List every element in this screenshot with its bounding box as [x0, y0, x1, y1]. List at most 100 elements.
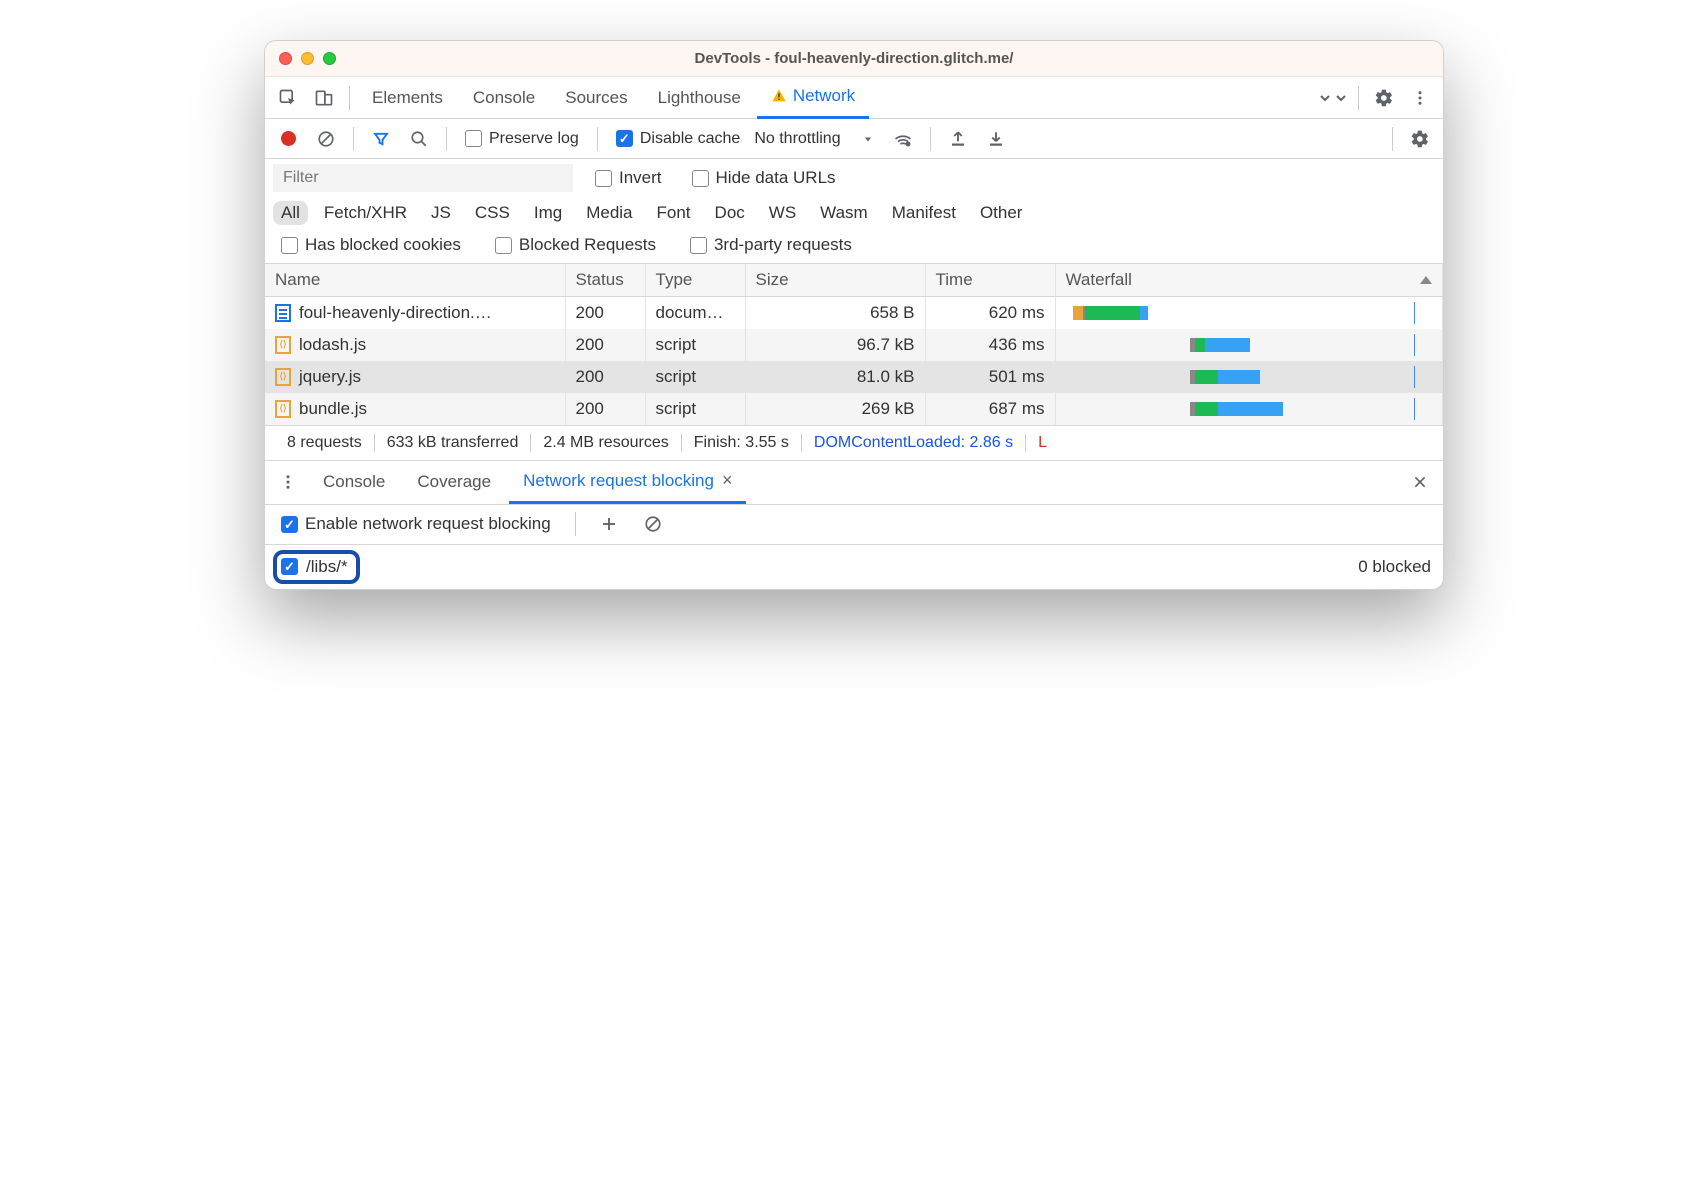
tab-elements[interactable]: Elements	[358, 77, 457, 119]
divider	[1392, 127, 1393, 151]
search-icon[interactable]	[402, 122, 436, 156]
request-name: bundle.js	[299, 399, 367, 419]
waterfall-cell	[1055, 329, 1443, 361]
table-row[interactable]: foul-heavenly-direction.…200docum…658 B6…	[265, 296, 1443, 329]
import-har-icon[interactable]	[941, 122, 975, 156]
clear-button[interactable]	[309, 122, 343, 156]
header-type[interactable]: Type	[645, 264, 745, 296]
script-file-icon	[275, 400, 291, 418]
summary-finish: Finish: 3.55 s	[682, 434, 802, 452]
request-type: script	[645, 393, 745, 425]
type-wasm[interactable]: Wasm	[812, 201, 876, 225]
record-button[interactable]	[271, 122, 305, 156]
chevron-down-icon	[862, 133, 874, 145]
preserve-log-checkbox[interactable]: Preserve log	[465, 130, 579, 148]
close-drawer-icon[interactable]	[1403, 465, 1437, 499]
drawer-kebab-icon[interactable]	[271, 465, 305, 499]
pattern-text[interactable]: /libs/*	[306, 557, 348, 577]
type-img[interactable]: Img	[526, 201, 570, 225]
tab-sources[interactable]: Sources	[551, 77, 641, 119]
tab-lighthouse[interactable]: Lighthouse	[644, 77, 755, 119]
filter-row: Invert Hide data URLs	[265, 159, 1443, 197]
main-tabs-row: Elements Console Sources Lighthouse Netw…	[265, 77, 1443, 119]
invert-checkbox[interactable]: Invert	[595, 168, 662, 188]
header-name[interactable]: Name	[265, 264, 565, 296]
drawer-tabs: Console Coverage Network request blockin…	[265, 461, 1443, 505]
request-time: 620 ms	[925, 296, 1055, 329]
filter-input[interactable]	[273, 164, 573, 192]
type-all[interactable]: All	[273, 201, 308, 225]
tab-console[interactable]: Console	[459, 77, 549, 119]
hide-data-urls-checkbox[interactable]: Hide data URLs	[692, 168, 836, 188]
divider	[597, 127, 598, 151]
export-har-icon[interactable]	[979, 122, 1013, 156]
header-waterfall[interactable]: Waterfall	[1055, 264, 1443, 296]
kebab-menu-icon[interactable]	[1403, 81, 1437, 115]
pattern-checkbox[interactable]	[281, 558, 298, 575]
divider	[575, 512, 576, 536]
request-status: 200	[565, 296, 645, 329]
request-time: 436 ms	[925, 329, 1055, 361]
type-js[interactable]: JS	[423, 201, 459, 225]
request-name: foul-heavenly-direction.…	[299, 303, 492, 323]
table-row[interactable]: jquery.js200script81.0 kB501 ms	[265, 361, 1443, 393]
checkbox-icon	[465, 130, 482, 147]
throttling-dropdown[interactable]: No throttling	[754, 130, 873, 148]
type-font[interactable]: Font	[649, 201, 699, 225]
drawer-tab-network-blocking[interactable]: Network request blocking ×	[509, 460, 746, 504]
summary-resources: 2.4 MB resources	[531, 434, 681, 452]
inspect-element-icon[interactable]	[271, 81, 305, 115]
script-file-icon	[275, 368, 291, 386]
close-tab-icon[interactable]: ×	[722, 470, 733, 491]
disable-cache-checkbox[interactable]: Disable cache	[616, 130, 741, 148]
checkbox-icon	[690, 237, 707, 254]
type-doc[interactable]: Doc	[707, 201, 753, 225]
network-conditions-icon[interactable]	[886, 122, 920, 156]
more-tabs-icon[interactable]	[1316, 81, 1350, 115]
type-fetchxhr[interactable]: Fetch/XHR	[316, 201, 415, 225]
type-other[interactable]: Other	[972, 201, 1031, 225]
device-toolbar-icon[interactable]	[307, 81, 341, 115]
request-type: script	[645, 329, 745, 361]
drawer-tab-coverage[interactable]: Coverage	[403, 460, 505, 504]
warning-icon	[771, 88, 787, 104]
header-time[interactable]: Time	[925, 264, 1055, 296]
type-ws[interactable]: WS	[761, 201, 804, 225]
header-status[interactable]: Status	[565, 264, 645, 296]
blocking-toolbar: Enable network request blocking	[265, 505, 1443, 545]
network-settings-icon[interactable]	[1403, 122, 1437, 156]
request-size: 81.0 kB	[745, 361, 925, 393]
table-row[interactable]: bundle.js200script269 kB687 ms	[265, 393, 1443, 425]
network-summary: 8 requests 633 kB transferred 2.4 MB res…	[265, 425, 1443, 461]
sort-ascending-icon	[1420, 276, 1432, 284]
main-tabs: Elements Console Sources Lighthouse Netw…	[358, 77, 1314, 119]
summary-load: L	[1026, 434, 1059, 452]
network-table: Name Status Type Size Time Waterfall fou…	[265, 264, 1443, 425]
third-party-requests-checkbox[interactable]: 3rd-party requests	[690, 235, 852, 255]
table-row[interactable]: lodash.js200script96.7 kB436 ms	[265, 329, 1443, 361]
drawer-tab-console[interactable]: Console	[309, 460, 399, 504]
type-manifest[interactable]: Manifest	[884, 201, 964, 225]
blocked-requests-checkbox[interactable]: Blocked Requests	[495, 235, 656, 255]
filter-icon[interactable]	[364, 122, 398, 156]
header-size[interactable]: Size	[745, 264, 925, 296]
divider	[353, 127, 354, 151]
divider	[349, 86, 350, 110]
remove-all-patterns-button[interactable]	[636, 507, 670, 541]
request-name: lodash.js	[299, 335, 366, 355]
settings-icon[interactable]	[1367, 81, 1401, 115]
add-pattern-button[interactable]	[592, 507, 626, 541]
summary-requests: 8 requests	[275, 434, 375, 452]
checkbox-icon	[281, 237, 298, 254]
enable-blocking-checkbox[interactable]: Enable network request blocking	[281, 514, 551, 534]
has-blocked-cookies-checkbox[interactable]: Has blocked cookies	[281, 235, 461, 255]
tab-network[interactable]: Network	[757, 77, 869, 119]
type-css[interactable]: CSS	[467, 201, 518, 225]
pattern-highlight: /libs/*	[273, 550, 360, 584]
network-toolbar: Preserve log Disable cache No throttling	[265, 119, 1443, 159]
request-status: 200	[565, 329, 645, 361]
type-media[interactable]: Media	[578, 201, 640, 225]
checkbox-icon	[495, 237, 512, 254]
devtools-window: DevTools - foul-heavenly-direction.glitc…	[264, 40, 1444, 590]
checkbox-icon	[595, 170, 612, 187]
